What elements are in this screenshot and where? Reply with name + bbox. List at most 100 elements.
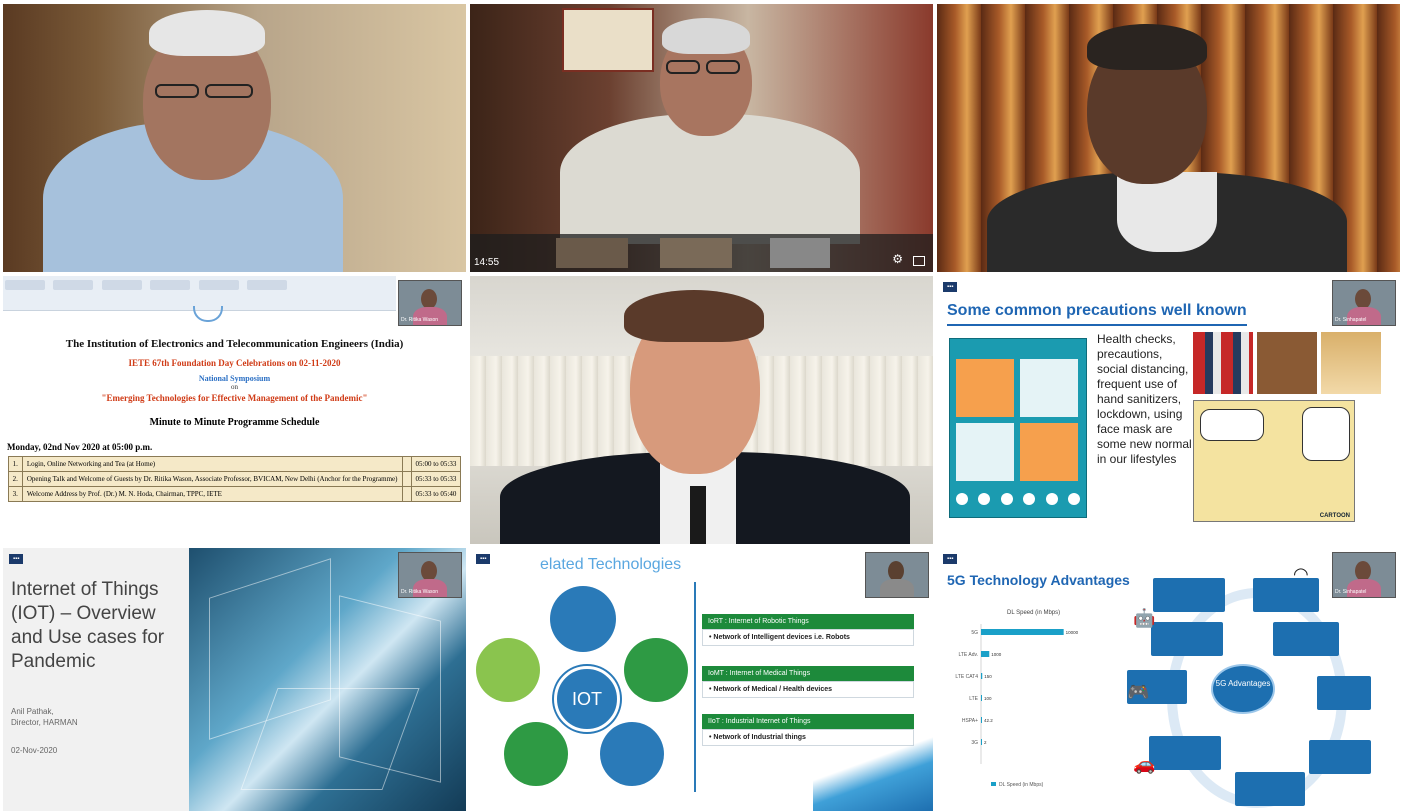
participant-thumbnail[interactable]: [556, 238, 628, 268]
topic-circle: [476, 638, 540, 702]
advantage-box: [1153, 578, 1225, 612]
slide-brand-tag: ▪▪▪: [9, 554, 24, 564]
participant-video-3[interactable]: [937, 4, 1400, 272]
category-label: HSPA+: [962, 718, 978, 724]
title-panel: ▪▪▪ Internet of Things (IOT) – Overview …: [3, 548, 189, 811]
iot-slide: ▪▪▪ Internet of Things (IOT) – Overview …: [3, 548, 466, 811]
topic-circle: [550, 586, 616, 652]
bar: [981, 717, 982, 723]
row-number: 3.: [7, 486, 23, 502]
advantage-box: [1273, 622, 1339, 656]
toolbar-button[interactable]: [53, 280, 94, 290]
covid-infographic: [949, 338, 1087, 518]
advantage-box: [1235, 772, 1305, 806]
mask-icons-image: [1193, 332, 1253, 394]
table-row: 2. Opening Talk and Welcome of Guests by…: [7, 471, 462, 487]
participant-video-5[interactable]: [470, 276, 933, 544]
category-label: LTE: [969, 696, 978, 702]
newspaper-cartoon: CARTOON: [1193, 400, 1355, 522]
tech-box-heading: IoRT : Internet of Robotic Things: [702, 614, 914, 629]
advantage-box: [1317, 676, 1371, 710]
decorative-swirl: [813, 731, 933, 811]
dl-speed-chart: DL Speed (in Mbps) 5G 10000 LTE Adv. 1000 LT…: [955, 610, 1078, 788]
advantage-box: [1309, 740, 1371, 774]
shared-screen-related-tech[interactable]: ▪▪▪ elated Technologies IOT IoRT : Inter…: [470, 548, 933, 811]
chart-title: DL Speed (in Mbps): [1007, 610, 1060, 616]
tech-box-heading: IIoT : Industrial Internet of Things: [702, 714, 914, 729]
gamepad-icon: 🎮: [1127, 682, 1150, 702]
doorway-image: [1321, 332, 1381, 394]
presenter-thumbnail[interactable]: Dr. Ritika Wason: [398, 280, 462, 326]
bar: [981, 629, 1064, 635]
bar: [981, 651, 990, 657]
tech-box-body: • Network of Medical / Health devices: [702, 681, 914, 698]
5g-slide: ▪▪▪ 5G Technology Advantages DL Speed (i…: [937, 548, 1400, 811]
precautions-slide: ▪▪▪ Some common precautions well known H…: [937, 276, 1400, 544]
fullscreen-icon[interactable]: [913, 256, 925, 266]
toolbar-button[interactable]: [150, 280, 191, 290]
topic-circle: [624, 638, 688, 702]
participant-figure: [937, 4, 1400, 272]
author-name: Anil Pathak,: [11, 707, 54, 716]
bar: [981, 673, 983, 679]
participant-video-2[interactable]: 14:55 ⚙: [470, 4, 933, 272]
slide-date: 02-Nov-2020: [11, 746, 58, 755]
row-item: Welcome Address by Prof. (Dr.) M. N. Hod…: [21, 486, 403, 502]
participant-figure: [3, 4, 466, 272]
presenter-name: Dr. Sinhapatel: [1335, 589, 1367, 595]
presenter-thumbnail[interactable]: Dr. Sinhapatel: [1332, 280, 1396, 326]
toolbar-button[interactable]: [5, 280, 45, 290]
row-time: 05:33 to 05:40: [410, 486, 462, 502]
row-spacer: [401, 471, 412, 487]
participant-figure: [470, 276, 933, 544]
presenter-thumbnail[interactable]: [865, 552, 929, 598]
title-underline: [947, 324, 1247, 326]
iot-center-circle: IOT: [554, 666, 620, 732]
row-time: 05:33 to 05:33: [410, 471, 462, 487]
vehicles-icon: 🚗: [1133, 754, 1156, 774]
topic-circle: [600, 722, 664, 786]
row-number: 2.: [7, 471, 23, 487]
shared-screen-precautions[interactable]: ▪▪▪ Some common precautions well known H…: [937, 276, 1400, 544]
participant-thumbnail[interactable]: [660, 238, 732, 268]
shared-screen-5g[interactable]: ▪▪▪ 5G Technology Advantages DL Speed (i…: [937, 548, 1400, 811]
symposium-label: National Symposium: [198, 374, 271, 383]
participant-figure: [470, 4, 933, 272]
slide-brand-tag: ▪▪▪: [476, 554, 491, 564]
shared-screen-schedule[interactable]: The Institution of Electronics and Telec…: [3, 276, 466, 544]
topic-circle: [504, 722, 568, 786]
legend-swatch: [991, 782, 996, 786]
toolbar-button[interactable]: [101, 280, 142, 290]
schedule-document: The Institution of Electronics and Telec…: [3, 312, 466, 544]
row-spacer: [401, 486, 412, 502]
author-role: Director, HARMAN: [11, 718, 78, 727]
presenter-name: Dr. Ritika Wason: [401, 589, 439, 595]
toolbar-button[interactable]: [198, 280, 239, 290]
toolbar-button[interactable]: [247, 280, 288, 290]
presenter-thumbnail[interactable]: Dr. Ritika Wason: [398, 552, 462, 598]
participant-strip: 14:55 ⚙: [470, 234, 933, 272]
gear-icon[interactable]: ⚙: [892, 252, 903, 266]
tech-box-iort: IoRT : Internet of Robotic Things • Netw…: [702, 614, 914, 646]
tech-box-heading: IoMT : Internet of Medical Things: [702, 666, 914, 681]
bar: [981, 695, 982, 701]
value-label: 2: [984, 740, 987, 745]
row-number: 1.: [7, 456, 23, 472]
presenter-name: Dr. Ritika Wason: [401, 317, 439, 323]
video-conference-grid: 14:55 ⚙ The Institution of Electronics a…: [0, 0, 1403, 811]
org-name: The Institution of Electronics and Telec…: [65, 338, 404, 350]
speedometer-icon: ◠: [1293, 564, 1309, 584]
slide-brand-tag: ▪▪▪: [943, 554, 958, 564]
advantage-box: [1149, 736, 1221, 770]
symposium-theme: "Emerging Technologies for Effective Man…: [101, 393, 368, 403]
participant-thumbnail[interactable]: [770, 238, 830, 268]
value-label: 42.2: [984, 718, 993, 723]
5g-center-circle: 5G Advantages: [1211, 664, 1275, 714]
shared-screen-iot[interactable]: ▪▪▪ Internet of Things (IOT) – Overview …: [3, 548, 466, 811]
presenter-thumbnail[interactable]: Dr. Sinhapatel: [1332, 552, 1396, 598]
schedule-heading: Minute to Minute Programme Schedule: [149, 417, 320, 428]
tech-box-body: • Network of Intelligent devices i.e. Ro…: [702, 629, 914, 646]
divider-line: [694, 582, 696, 792]
presenter-name: Dr. Sinhapatel: [1335, 317, 1367, 323]
participant-video-1[interactable]: [3, 4, 466, 272]
